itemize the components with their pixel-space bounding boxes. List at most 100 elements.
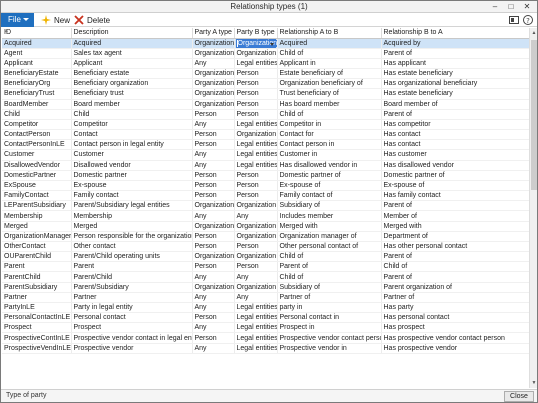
- cell-party-b-type[interactable]: Legal entities: [234, 119, 278, 131]
- scroll-up-icon[interactable]: ▲: [531, 29, 537, 37]
- cell-party-a-type[interactable]: Organization: [192, 38, 235, 49]
- cell-description[interactable]: Customer: [71, 149, 193, 161]
- cell-relationship-b-to-a[interactable]: Has party: [381, 302, 529, 314]
- cell-party-b-type[interactable]: Organization: [234, 200, 278, 212]
- cell-relationship-b-to-a[interactable]: Acquired by: [381, 38, 529, 49]
- cell-party-b-type[interactable]: Legal entities: [234, 149, 278, 161]
- cell-description[interactable]: Parent/Subsidiary legal entities: [71, 200, 193, 212]
- cell-relationship-b-to-a[interactable]: Parent of: [381, 251, 529, 263]
- cell-party-a-type[interactable]: Any: [192, 271, 235, 283]
- cell-party-a-type[interactable]: Any: [192, 119, 235, 131]
- cell-description[interactable]: Parent/Subsidiary: [71, 282, 193, 293]
- cell-party-a-type[interactable]: Organization: [192, 282, 235, 293]
- cell-relationship-a-to-b[interactable]: Includes member: [277, 210, 382, 222]
- table-row[interactable]: Parent Parent Person Person Parent of Child o…: [2, 261, 529, 273]
- cell-party-a-type[interactable]: Organization: [192, 68, 235, 80]
- cell-relationship-b-to-a[interactable]: Board member of: [381, 99, 529, 110]
- table-row[interactable]: OtherContact Other contact Person Person Oth…: [2, 241, 529, 253]
- column-header-id[interactable]: ▲ ID: [2, 28, 72, 39]
- cell-party-b-type[interactable]: Organization: [234, 282, 278, 293]
- cell-id[interactable]: Membership: [2, 210, 72, 222]
- cell-party-a-type[interactable]: Organization: [192, 200, 235, 212]
- table-row[interactable]: DisallowedVendor Disallowed vendor Any Lega…: [2, 160, 529, 171]
- cell-relationship-b-to-a[interactable]: Has applicant: [381, 58, 529, 70]
- cell-party-b-type[interactable]: Person: [234, 261, 278, 273]
- cell-party-b-type[interactable]: Person: [234, 68, 278, 80]
- cell-description[interactable]: Person responsible for the organization: [71, 231, 193, 242]
- cell-description[interactable]: Domestic partner: [71, 170, 193, 181]
- cell-relationship-b-to-a[interactable]: Ex-spouse of: [381, 180, 529, 192]
- cell-relationship-a-to-b[interactable]: Customer in: [277, 149, 382, 161]
- cell-party-b-type[interactable]: Any: [234, 292, 278, 303]
- cell-id[interactable]: BeneficiaryOrg: [2, 78, 72, 90]
- cell-relationship-a-to-b[interactable]: Child of: [277, 271, 382, 283]
- cell-relationship-a-to-b[interactable]: Organization manager of: [277, 231, 382, 242]
- cell-id[interactable]: Applicant: [2, 58, 72, 70]
- cell-id[interactable]: OtherContact: [2, 241, 72, 253]
- cell-id[interactable]: DomesticPartner: [2, 170, 72, 181]
- table-row[interactable]: FamilyContact Family contact Person Person F…: [2, 190, 529, 202]
- table-row[interactable]: BeneficiaryTrust Beneficiary trust Organiz…: [2, 88, 529, 100]
- cell-party-a-type[interactable]: Person: [192, 129, 235, 141]
- cell-id[interactable]: FamilyContact: [2, 190, 72, 202]
- cell-id[interactable]: OrganizationManager: [2, 231, 72, 242]
- cell-party-b-type[interactable]: Person: [234, 170, 278, 181]
- cell-relationship-b-to-a[interactable]: Parent of: [381, 271, 529, 283]
- cell-relationship-b-to-a[interactable]: Has prospect: [381, 322, 529, 334]
- table-row[interactable]: Membership Membership Any Any Includes membe…: [2, 210, 529, 222]
- table-row[interactable]: ProspectiveVendInLE Prospective vendor Any…: [2, 343, 529, 354]
- cell-party-a-type[interactable]: Person: [192, 190, 235, 202]
- cell-id[interactable]: ContactPerson: [2, 129, 72, 141]
- cell-relationship-b-to-a[interactable]: Has estate beneficiary: [381, 88, 529, 100]
- cell-party-a-type[interactable]: Any: [192, 322, 235, 334]
- cell-party-a-type[interactable]: Person: [192, 332, 235, 344]
- cell-party-b-type[interactable]: Legal entities: [234, 160, 278, 171]
- cell-description[interactable]: Party in legal entity: [71, 302, 193, 314]
- cell-description[interactable]: Merged: [71, 221, 193, 232]
- cell-party-a-type[interactable]: Person: [192, 241, 235, 253]
- minimize-icon[interactable]: –: [487, 1, 503, 12]
- cell-party-b-type[interactable]: Organization: [234, 221, 278, 232]
- table-row[interactable]: Prospect Prospect Any Legal entities Prospec…: [2, 322, 529, 334]
- cell-party-a-type[interactable]: Person: [192, 109, 235, 120]
- cell-description[interactable]: Beneficiary organization: [71, 78, 193, 90]
- table-row[interactable]: ContactPersonInLE Contact person in legal…: [2, 139, 529, 151]
- cell-party-a-type[interactable]: Organization: [192, 251, 235, 263]
- cell-party-b-type[interactable]: Person: [234, 241, 278, 253]
- cell-relationship-a-to-b[interactable]: Prospect in: [277, 322, 382, 334]
- table-row[interactable]: Applicant Applicant Any Legal entities Appli…: [2, 58, 529, 70]
- cell-party-b-type[interactable]: Any: [234, 210, 278, 222]
- cell-relationship-b-to-a[interactable]: Has estate beneficiary: [381, 68, 529, 80]
- cell-party-b-type[interactable]: Person: [234, 78, 278, 90]
- close-icon[interactable]: ✕: [519, 1, 535, 12]
- cell-id[interactable]: Customer: [2, 149, 72, 161]
- cell-party-a-type[interactable]: Organization: [192, 48, 235, 59]
- cell-description[interactable]: Parent/Child: [71, 271, 193, 283]
- cell-relationship-b-to-a[interactable]: Has contact: [381, 129, 529, 141]
- cell-relationship-b-to-a[interactable]: Has prospective vendor: [381, 343, 529, 354]
- table-row[interactable]: Child Child Person Person Child of Parent of: [2, 109, 529, 120]
- cell-id[interactable]: ExSpouse: [2, 180, 72, 192]
- table-row[interactable]: ParentChild Parent/Child Any Any Child of Par…: [2, 271, 529, 283]
- cell-id[interactable]: Prospect: [2, 322, 72, 334]
- cell-description[interactable]: Prospective vendor: [71, 343, 193, 354]
- cell-description[interactable]: Family contact: [71, 190, 193, 202]
- cell-party-b-type[interactable]: Organization: [234, 48, 278, 59]
- help-icon[interactable]: ?: [523, 15, 533, 25]
- cell-id[interactable]: ParentChild: [2, 271, 72, 283]
- table-row[interactable]: Acquired Acquired Organization Organization…: [2, 38, 529, 49]
- column-header-party-b-type[interactable]: Party B type: [234, 28, 278, 39]
- cell-relationship-a-to-b[interactable]: Acquired: [277, 38, 382, 49]
- cell-id[interactable]: ProspectiveVendInLE: [2, 343, 72, 354]
- cell-id[interactable]: PersonalContactInLE: [2, 312, 72, 324]
- cell-party-a-type[interactable]: Any: [192, 210, 235, 222]
- cell-party-b-type[interactable]: Legal entities: [234, 58, 278, 70]
- cell-description[interactable]: Prospect: [71, 322, 193, 334]
- column-header-description[interactable]: Description: [71, 28, 193, 39]
- cell-relationship-a-to-b[interactable]: Trust beneficiary of: [277, 88, 382, 100]
- cell-description[interactable]: Personal contact: [71, 312, 193, 324]
- cell-relationship-b-to-a[interactable]: Has personal contact: [381, 312, 529, 324]
- table-row[interactable]: Partner Partner Any Any Partner of Partner of: [2, 292, 529, 303]
- cell-relationship-b-to-a[interactable]: Merged with: [381, 221, 529, 232]
- table-row[interactable]: Competitor Competitor Any Legal entities Com…: [2, 119, 529, 131]
